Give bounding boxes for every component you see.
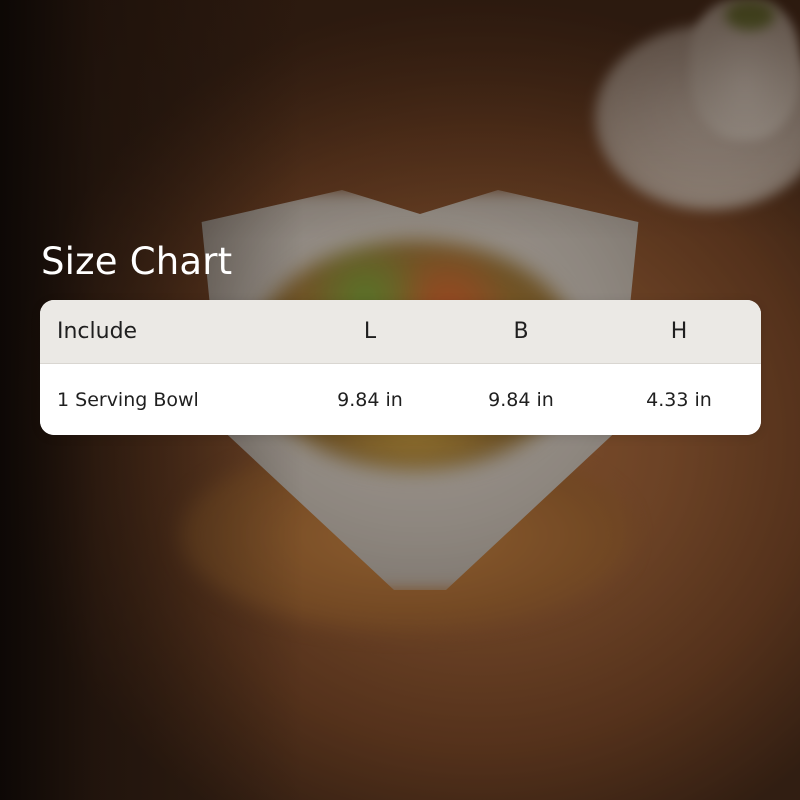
size-chart-title: Size Chart (41, 240, 233, 283)
table-header-row: Include L B H (40, 300, 761, 364)
product-image-background: Size Chart Include L B H 1 Serving Bowl … (0, 0, 800, 800)
header-breadth: B (513, 319, 529, 344)
header-include: Include (57, 319, 138, 344)
table-row: 1 Serving Bowl 9.84 in 9.84 in 4.33 in (40, 364, 761, 435)
size-table: Include L B H 1 Serving Bowl 9.84 in 9.8… (40, 300, 761, 435)
cell-item-name: 1 Serving Bowl (57, 388, 199, 411)
header-height: H (670, 319, 688, 344)
cell-height-value: 4.33 in (646, 388, 712, 411)
cell-breadth-value: 9.84 in (488, 388, 554, 411)
header-length: L (363, 319, 377, 344)
cell-length-value: 9.84 in (337, 388, 403, 411)
